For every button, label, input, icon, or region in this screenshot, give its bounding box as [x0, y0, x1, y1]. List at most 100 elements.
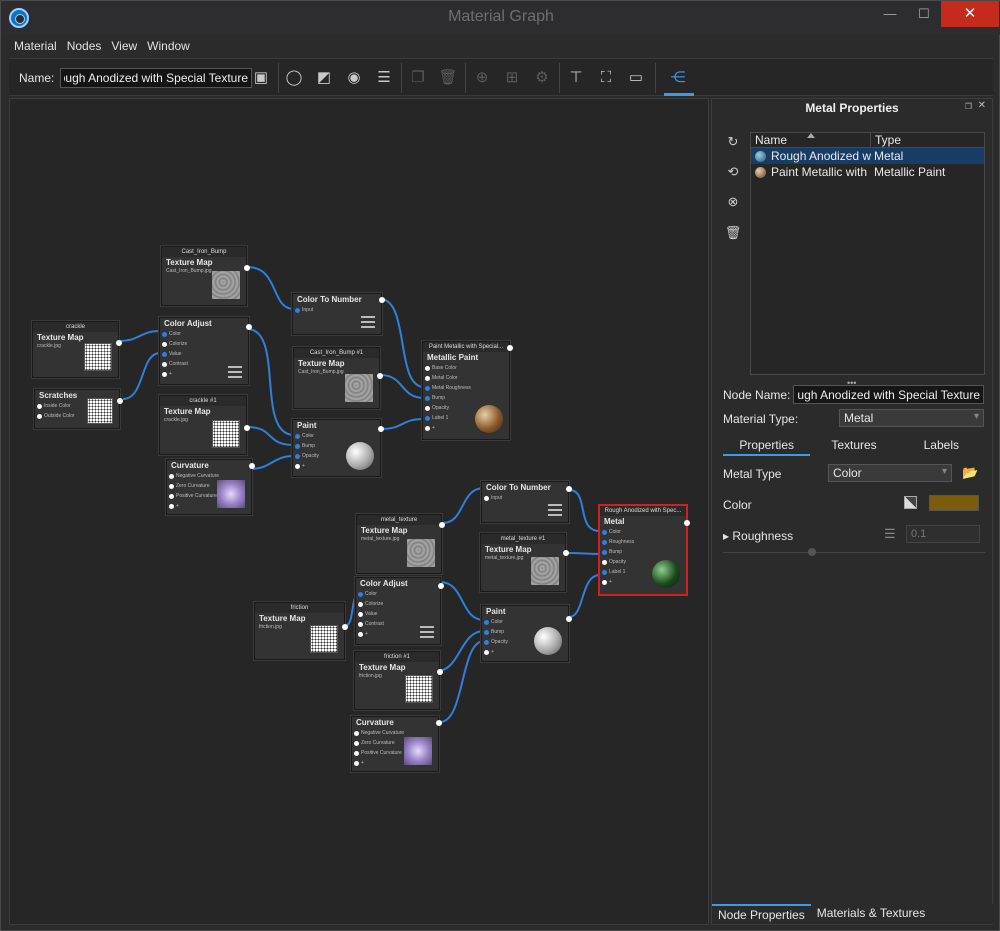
maximize-button[interactable]: ☐: [907, 1, 941, 27]
render-preview-icon[interactable]: ◉: [343, 67, 365, 89]
input-port[interactable]: Colorize: [356, 599, 440, 609]
node-name-input[interactable]: [793, 385, 984, 404]
node-friction[interactable]: friction Texture Map friction.jpg: [254, 602, 348, 660]
material-name-input[interactable]: [60, 68, 252, 88]
group-nodes-icon[interactable]: ⊞: [501, 67, 523, 89]
menu-view[interactable]: View: [106, 37, 142, 57]
input-port[interactable]: Input: [293, 305, 381, 315]
input-port[interactable]: Metal Color: [423, 373, 509, 383]
output-port[interactable]: [377, 373, 383, 379]
list-item[interactable]: Rough Anodized with Special Texture Meta…: [751, 148, 984, 164]
checker-background-icon[interactable]: ◩: [313, 67, 335, 89]
close-button[interactable]: ✕: [941, 1, 999, 27]
node-settings-icon[interactable]: ⚙: [531, 67, 553, 89]
node-color-adjust-1[interactable]: Color Adjust Color Colorize Value Contra…: [159, 317, 252, 385]
output-port[interactable]: [249, 463, 255, 469]
delete-icon[interactable]: 🗑: [437, 67, 459, 89]
column-header-type[interactable]: Type: [871, 133, 901, 147]
sphere-preview-icon[interactable]: ◯: [283, 67, 305, 89]
tab-node-properties[interactable]: Node Properties: [712, 904, 811, 924]
save-icon[interactable]: ▣: [250, 67, 272, 89]
tab-properties[interactable]: Properties: [723, 436, 811, 456]
title-bar[interactable]: Material Graph — ☐ ✕: [1, 1, 1000, 35]
output-port[interactable]: [563, 550, 569, 556]
node-curvature-1[interactable]: Curvature Negative Curvature Zero Curvat…: [166, 459, 255, 515]
duplicate-material-icon[interactable]: ⟲: [724, 164, 742, 182]
output-port[interactable]: [246, 324, 252, 330]
input-port[interactable]: Base Color: [423, 363, 509, 373]
output-port[interactable]: [684, 520, 690, 526]
output-port[interactable]: [436, 720, 442, 726]
node-crackle[interactable]: crackle Texture Map crackle.jpg: [32, 321, 122, 378]
input-port[interactable]: Color: [482, 617, 568, 627]
fit-view-icon[interactable]: ⛶: [595, 67, 617, 89]
output-port[interactable]: [379, 297, 385, 303]
output-port[interactable]: [116, 340, 122, 346]
node-color-to-number-2[interactable]: Color To Number Input: [481, 481, 572, 523]
column-header-name[interactable]: Name: [751, 133, 871, 147]
graph-mode-icon[interactable]: ⋲: [667, 67, 689, 89]
input-port[interactable]: Color: [600, 527, 686, 537]
node-cast-iron-bump-1[interactable]: Cast_Iron_Bump #1 Texture Map Cast_Iron_…: [293, 347, 383, 409]
input-port[interactable]: Color: [293, 431, 380, 441]
menu-window[interactable]: Window: [142, 37, 195, 57]
input-port[interactable]: Colorize: [160, 339, 248, 349]
color-swatch[interactable]: [929, 495, 979, 511]
output-port[interactable]: [438, 583, 444, 589]
roughness-slider-track[interactable]: [723, 552, 985, 553]
metal-type-dropdown[interactable]: Color: [828, 464, 952, 482]
output-port[interactable]: [117, 398, 123, 404]
node-graph-canvas[interactable]: Cast_Iron_Bump Texture Map Cast_Iron_Bum…: [9, 98, 709, 925]
tab-materials-textures[interactable]: Materials & Textures: [811, 904, 932, 924]
input-port[interactable]: Color: [160, 329, 248, 339]
input-port[interactable]: Bump: [423, 393, 509, 403]
input-port[interactable]: Value: [356, 609, 440, 619]
input-port[interactable]: Color: [356, 589, 440, 599]
node-paint-1[interactable]: Paint Color Bump Opacity +: [292, 419, 384, 477]
duplicate-icon[interactable]: ❐: [407, 67, 429, 89]
minimize-button[interactable]: —: [873, 1, 907, 27]
output-port[interactable]: [437, 669, 443, 675]
output-port[interactable]: [507, 345, 513, 351]
preview-settings-icon[interactable]: ☰: [373, 67, 395, 89]
close-panel-icon[interactable]: ✕: [978, 100, 986, 111]
input-port[interactable]: Bump: [600, 547, 686, 557]
output-port[interactable]: [566, 616, 572, 622]
color-mode-icon[interactable]: [904, 496, 917, 509]
output-port[interactable]: [342, 624, 348, 630]
node-friction-1[interactable]: friction #1 Texture Map friction.jpg: [354, 651, 443, 710]
float-panel-icon[interactable]: ❐: [965, 102, 972, 111]
node-cast-iron-bump[interactable]: Cast_Iron_Bump Texture Map Cast_Iron_Bum…: [161, 246, 250, 306]
roughness-slider-handle[interactable]: [808, 548, 816, 556]
input-port[interactable]: Input: [482, 493, 568, 503]
input-port[interactable]: Metal Roughness: [423, 383, 509, 393]
node-curvature-2[interactable]: Curvature Negative Curvature Zero Curvat…: [351, 716, 442, 772]
output-port[interactable]: [244, 425, 250, 431]
node-metal-texture[interactable]: metal_texture Texture Map metal_texture.…: [356, 514, 445, 574]
expand-arrow-icon[interactable]: ▸: [723, 529, 732, 543]
node-scratches[interactable]: Scratches Inside Color Outside Color: [34, 389, 123, 429]
roughness-input[interactable]: 0.1: [906, 525, 980, 543]
input-port[interactable]: Value: [160, 349, 248, 359]
roughness-label[interactable]: ▸ Roughness: [723, 529, 793, 543]
menu-material[interactable]: Material: [9, 37, 62, 57]
arrange-nodes-icon[interactable]: ⊤: [565, 67, 587, 89]
list-item[interactable]: Paint Metallic with Special Texture Meta…: [751, 164, 984, 180]
folder-icon[interactable]: 📂: [962, 465, 978, 481]
actual-size-icon[interactable]: ▭: [625, 67, 647, 89]
node-paint-2[interactable]: Paint Color Bump Opacity +: [481, 605, 572, 662]
material-type-dropdown[interactable]: Metal: [839, 409, 984, 427]
output-port[interactable]: [378, 426, 384, 432]
slider-icon[interactable]: ☰: [884, 526, 896, 542]
new-material-icon[interactable]: ↻: [724, 134, 742, 152]
node-color-to-number-1[interactable]: Color To Number Input: [292, 293, 385, 335]
delete-material-icon[interactable]: 🗑: [724, 225, 742, 243]
menu-nodes[interactable]: Nodes: [62, 37, 107, 57]
node-rough-anodized-metal[interactable]: Rough Anodized with Spec... Metal Color …: [599, 505, 690, 595]
output-port[interactable]: [566, 486, 572, 492]
node-crackle-1[interactable]: crackle #1 Texture Map crackle.jpg: [159, 395, 250, 455]
output-port[interactable]: [439, 522, 445, 528]
link-material-icon[interactable]: ⊗: [724, 194, 742, 212]
add-node-icon[interactable]: ⊕: [471, 67, 493, 89]
input-port[interactable]: Roughness: [600, 537, 686, 547]
